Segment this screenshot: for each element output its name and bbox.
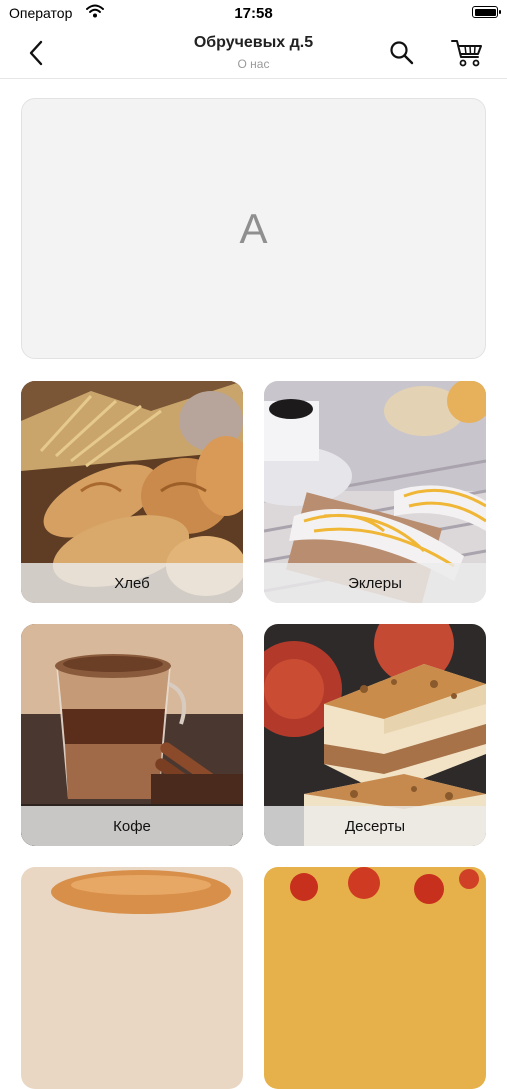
category-tile-bread[interactable]: Хлеб: [21, 381, 243, 603]
promo-banner[interactable]: A: [21, 98, 486, 359]
category-label: Кофе: [21, 806, 243, 846]
category-tile-desserts[interactable]: Десерты: [264, 624, 486, 846]
category-tile-partial-right[interactable]: [264, 867, 486, 1089]
category-label: Десерты: [264, 806, 486, 846]
battery-icon: [472, 6, 501, 18]
status-time: 17:58: [234, 5, 273, 22]
category-tile-eclairs[interactable]: Эклеры: [264, 381, 486, 603]
page-subtitle: О нас: [237, 57, 270, 71]
cart-button[interactable]: [450, 37, 484, 69]
category-label: Эклеры: [264, 563, 486, 603]
pastry-image: [21, 867, 243, 1089]
pizza-image: [264, 867, 486, 1089]
status-bar: Оператор 17:58: [0, 0, 507, 28]
page-title: Обручевых д.5: [193, 34, 314, 51]
category-label: Хлеб: [21, 563, 243, 603]
cart-icon: [451, 40, 482, 67]
banner-placeholder-letter: A: [239, 204, 268, 252]
search-icon: [390, 41, 414, 65]
search-button[interactable]: [388, 39, 416, 67]
category-tile-partial-left[interactable]: [21, 867, 243, 1089]
navigation-bar: Обручевых д.5 О нас: [0, 28, 507, 79]
category-tile-coffee[interactable]: Кофе: [21, 624, 243, 846]
